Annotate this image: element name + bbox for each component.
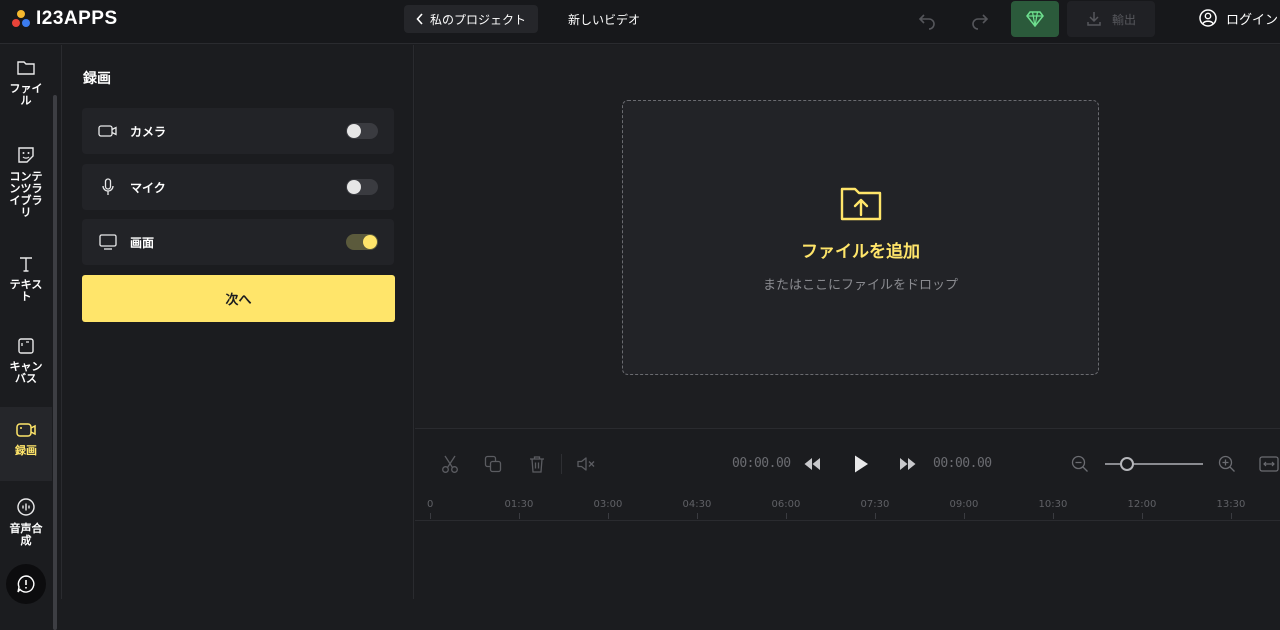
total-time: 00:00.00 [933,456,992,471]
rewind-button[interactable] [801,453,823,475]
voice-icon [16,497,36,517]
diamond-icon [1026,11,1044,27]
file-drop-zone[interactable]: ファイルを追加 またはここにファイルをドロップ [622,100,1099,375]
logo[interactable]: I23APPS [12,8,118,30]
zoom-in-button[interactable] [1216,453,1238,475]
zoom-out-icon [1071,455,1089,473]
ruler-tick-label: 13:30 [1216,499,1246,519]
sidebar-item-label: 録画 [15,444,37,457]
sidebar-item-label: ファイル [9,82,43,107]
cut-button[interactable] [439,453,461,475]
fast-forward-icon [899,457,917,471]
zoom-slider[interactable] [1105,456,1203,472]
drop-zone-subtitle: またはここにファイルをドロップ [762,277,958,293]
project-name[interactable]: 新しいビデオ [568,11,640,28]
record-icon [15,421,37,439]
timeline: 00:00.00 00:00.00 0 01:30 03:00 04:30 06:00 0 [415,428,1280,599]
sidebar-item-label: テキスト [9,278,43,303]
export-label: 輸出 [1111,12,1136,27]
fit-timeline-button[interactable] [1258,453,1280,475]
ruler-tick-label: 07:30 [860,499,890,519]
sidebar-item-record[interactable]: 録画 [0,407,52,481]
screen-toggle[interactable] [346,234,378,250]
ruler-tick-label: 06:00 [771,499,801,519]
expand-horizontal-icon [1259,456,1279,472]
delete-button[interactable] [526,453,548,475]
ruler-tick-label: 10:30 [1038,499,1068,519]
top-bar: I23APPS 私のプロジェクト 新しいビデオ 輸出 ログイン [0,0,1280,44]
folder-upload-icon [839,183,883,223]
timeline-ruler[interactable]: 0 01:30 03:00 04:30 06:00 07:30 09:00 10:30 12:0… [415,499,1280,521]
export-button[interactable]: 輸出 [1067,1,1155,37]
canvas-area: ファイルを追加 またはここにファイルをドロップ [415,45,1280,428]
play-button[interactable] [850,453,872,475]
sidebar-scrollbar[interactable] [53,95,57,630]
back-to-projects-button[interactable]: 私のプロジェクト [404,5,539,33]
drop-zone-title: ファイルを追加 [801,241,920,262]
mute-button[interactable] [575,453,597,475]
folder-icon [16,59,36,77]
zoom-out-button[interactable] [1069,453,1091,475]
current-time: 00:00.00 [732,456,791,471]
login-button[interactable]: ログイン [1198,8,1278,28]
chevron-left-icon [416,13,424,25]
text-icon [17,255,35,273]
undo-icon[interactable] [913,6,941,34]
ruler-tick-label: 03:00 [593,499,623,519]
ruler-tick-label: 0 [427,499,434,519]
trash-icon [529,455,545,473]
screen-row[interactable]: 画面 [82,219,394,265]
microphone-row[interactable]: マイク [82,164,394,210]
feedback-button[interactable] [6,564,46,604]
login-label: ログイン [1226,12,1279,28]
ruler-tick-label: 09:00 [949,499,979,519]
copy-icon [484,455,502,473]
camera-row[interactable]: カメラ [82,108,394,154]
back-button-label: 私のプロジェクト [430,12,527,27]
toolbar-divider [561,454,562,474]
zoom-slider-thumb[interactable] [1120,457,1135,471]
chat-bubble-icon [16,574,36,594]
scissors-icon [441,454,459,474]
camera-label: カメラ [130,124,167,139]
monitor-icon [98,233,118,251]
logo-mark [12,10,30,28]
sidebar-item-content-library[interactable]: コンテンツライブラリ [0,145,52,229]
sidebar-item-label: コンテンツライブラリ [9,170,43,219]
sidebar-item-label: キャンバス [9,360,43,385]
redo-icon[interactable] [966,6,994,34]
microphone-toggle[interactable] [346,179,378,195]
microphone-label: マイク [130,180,166,195]
sticker-icon [16,145,36,165]
camera-toggle[interactable] [346,123,378,139]
logo-text: I23APPS [36,8,118,29]
canvas-icon [17,337,35,355]
ruler-tick-label: 04:30 [682,499,712,519]
panel-title: 録画 [83,71,111,87]
speaker-muted-icon [576,455,596,473]
user-circle-icon [1198,8,1218,28]
download-icon [1086,11,1102,27]
screen-label: 画面 [130,235,155,250]
ruler-tick-label: 01:30 [504,499,534,519]
sidebar-item-canvas[interactable]: キャンバス [0,337,52,399]
next-button[interactable]: 次へ [82,275,395,322]
fast-forward-button[interactable] [897,453,919,475]
microphone-icon [101,178,115,196]
sidebar-item-label: 音声合成 [9,522,43,547]
sidebar-item-text[interactable]: テキスト [0,255,52,315]
camera-icon [98,123,118,139]
ruler-tick-label: 12:00 [1127,499,1157,519]
copy-button[interactable] [482,453,504,475]
record-panel: 録画 カメラ マイク 画面 次へ [63,45,414,599]
zoom-in-icon [1218,455,1236,473]
premium-button[interactable] [1011,1,1059,37]
sidebar-item-text-to-speech[interactable]: 音声合成 [0,497,52,559]
sidebar-item-files[interactable]: ファイル [0,59,52,119]
play-icon [853,454,869,474]
left-sidebar: ファイル コンテンツライブラリ テキスト キャンバス 録画 音声合成 [0,45,62,630]
rewind-icon [803,457,821,471]
